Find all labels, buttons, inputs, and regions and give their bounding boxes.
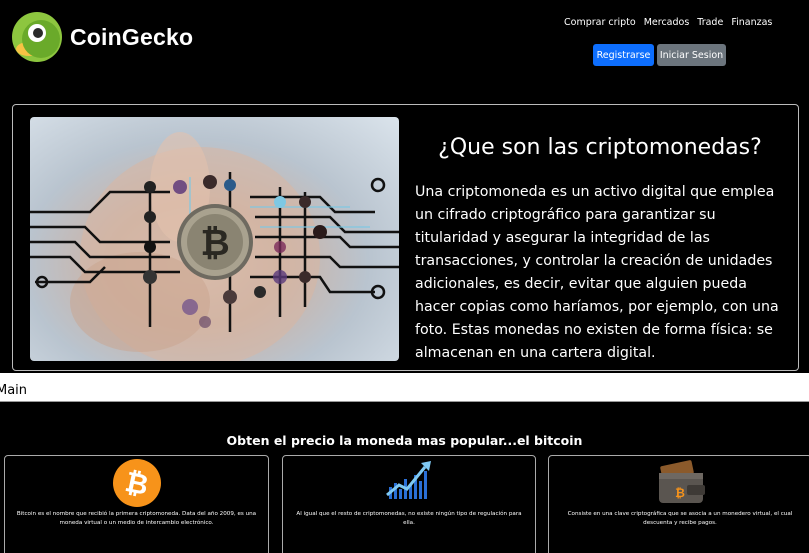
wallet-icon: ₿ [653,459,707,511]
brand-name: CoinGecko [70,23,194,50]
brand-logo[interactable]: CoinGecko [12,12,193,62]
nav-comprar-cripto[interactable]: Comprar cripto [564,17,636,28]
info-card-regulation: Al igual que el resto de criptomonedas, … [282,455,536,553]
hero-description: Una criptomoneda es un activo digital qu… [415,184,779,361]
nav-trade[interactable]: Trade [697,17,723,28]
section-title: Obten el precio la moneda mas popular...… [226,433,583,448]
hero-title: ¿Que son las criptomonedas? [438,135,762,160]
card-text: Consiste en una clave criptográfica que … [567,511,793,526]
register-button[interactable]: Registrarse [593,44,654,66]
chart-icon [385,459,433,505]
main-nav: Comprar cripto Mercados Trade Finanzas [564,17,772,28]
gecko-logo-icon [12,12,62,62]
nav-mercados[interactable]: Mercados [644,17,690,28]
site-header: CoinGecko Comprar cripto Mercados Trade … [0,0,809,80]
svg-text:₿: ₿ [675,486,685,500]
info-card-bitcoin: ₿ Bitcoin es el nombre que recibió la pr… [4,455,269,553]
hero-card: ₿ ¿Que son las criptomonedas? Una cripto… [12,104,799,371]
info-card-wallet: ₿ Consiste en una clave criptográfica qu… [548,455,809,553]
card-text: Bitcoin es el nombre que recibió la prim… [16,511,257,526]
bitcoin-circuit-image: ₿ [30,117,399,361]
main-label: Main [0,383,28,398]
nav-finanzas[interactable]: Finanzas [731,17,772,28]
card-text: Al igual que el resto de criptomonedas, … [296,511,522,526]
main-section-bar: Main [0,373,809,402]
login-button[interactable]: Iniciar Sesion [657,44,726,66]
bitcoin-icon: ₿ [112,459,161,511]
svg-text:₿: ₿ [200,223,229,264]
